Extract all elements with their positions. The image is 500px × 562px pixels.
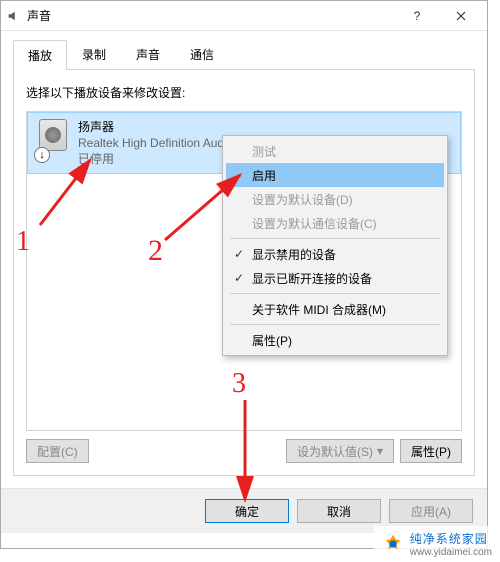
set-default-button[interactable]: 设为默认值(S) ▾ [286, 439, 394, 463]
watermark-logo-icon [382, 533, 404, 555]
device-status: 已停用 [78, 151, 233, 167]
speaker-icon: ↓ [36, 119, 70, 161]
ctx-set-default-comm[interactable]: 设置为默认通信设备(C) [226, 211, 444, 235]
ctx-set-default[interactable]: 设置为默认设备(D) [226, 187, 444, 211]
ok-button[interactable]: 确定 [205, 499, 289, 523]
tab-strip: 播放 录制 声音 通信 [13, 39, 475, 70]
help-button[interactable]: ? [395, 2, 439, 30]
tab-playback[interactable]: 播放 [13, 40, 67, 70]
watermark: 纯净系统家园 www.yidaimei.com [374, 526, 500, 562]
tab-communications[interactable]: 通信 [175, 39, 229, 69]
set-default-label: 设为默认值(S) [297, 443, 373, 460]
ctx-midi-about[interactable]: 关于软件 MIDI 合成器(M) [226, 297, 444, 321]
disabled-badge-icon: ↓ [34, 147, 50, 163]
chevron-down-icon: ▾ [377, 444, 383, 458]
watermark-url: www.yidaimei.com [410, 547, 492, 558]
panel-hint: 选择以下播放设备来修改设置: [26, 84, 462, 101]
context-menu: 测试 启用 设置为默认设备(D) 设置为默认通信设备(C) ✓显示禁用的设备 ✓… [222, 135, 448, 356]
device-name: 扬声器 [78, 119, 233, 135]
titlebar: 声音 ? [1, 1, 487, 31]
check-icon: ✓ [226, 271, 252, 285]
window-title: 声音 [27, 7, 51, 24]
device-text: 扬声器 Realtek High Definition Audio 已停用 [78, 119, 233, 167]
tab-sounds[interactable]: 声音 [121, 39, 175, 69]
ctx-test[interactable]: 测试 [226, 139, 444, 163]
ctx-sep-1 [230, 238, 440, 239]
apply-button[interactable]: 应用(A) [389, 499, 473, 523]
properties-button[interactable]: 属性(P) [400, 439, 462, 463]
ctx-sep-3 [230, 324, 440, 325]
ctx-show-disabled[interactable]: ✓显示禁用的设备 [226, 242, 444, 266]
panel-button-row: 配置(C) 设为默认值(S) ▾ 属性(P) [26, 439, 462, 463]
ctx-sep-2 [230, 293, 440, 294]
tab-recording[interactable]: 录制 [67, 39, 121, 69]
ctx-enable[interactable]: 启用 [226, 163, 444, 187]
ctx-properties[interactable]: 属性(P) [226, 328, 444, 352]
check-icon: ✓ [226, 247, 252, 261]
cancel-button[interactable]: 取消 [297, 499, 381, 523]
ctx-show-disconnected[interactable]: ✓显示已断开连接的设备 [226, 266, 444, 290]
close-button[interactable] [439, 2, 483, 30]
app-icon [5, 8, 21, 24]
configure-button[interactable]: 配置(C) [26, 439, 89, 463]
device-desc: Realtek High Definition Audio [78, 135, 233, 151]
watermark-title: 纯净系统家园 [410, 530, 492, 547]
